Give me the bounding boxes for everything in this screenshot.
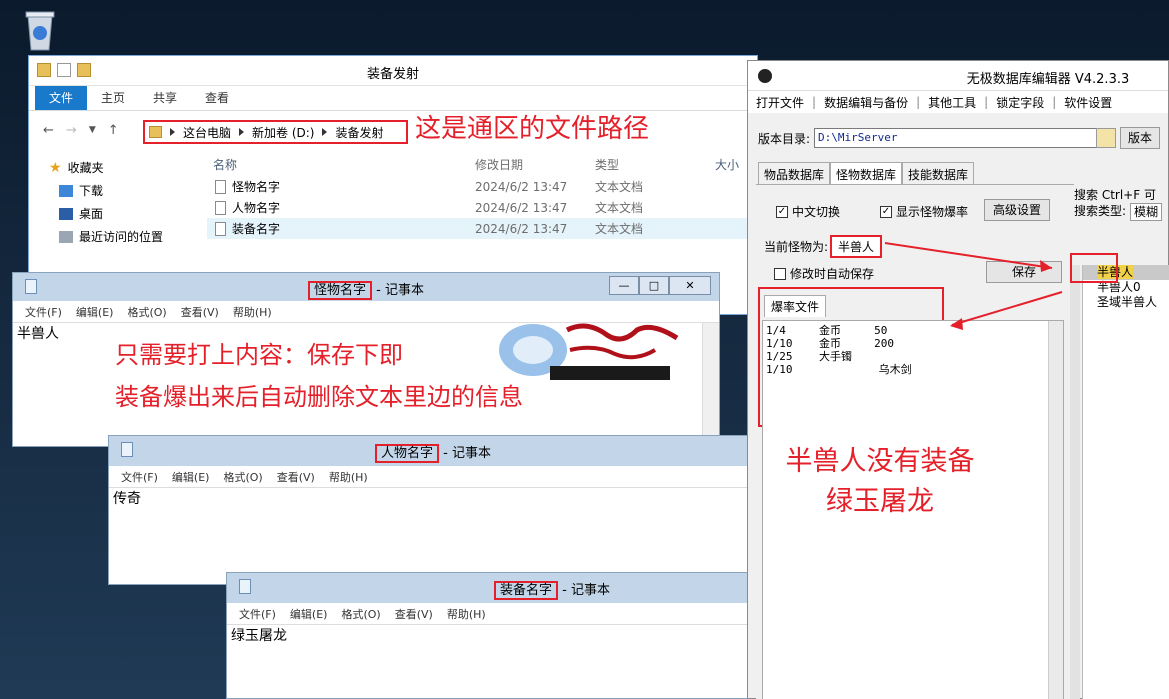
arrowhead xyxy=(1040,260,1052,272)
arrow-to-drops xyxy=(951,291,1063,326)
arrow-to-list xyxy=(884,242,1053,269)
annotation-arrows xyxy=(884,242,1063,330)
